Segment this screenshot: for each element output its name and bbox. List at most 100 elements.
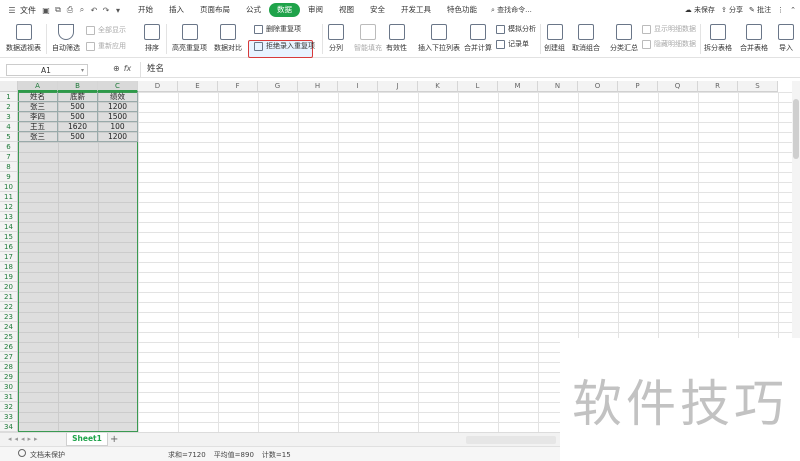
more-options-icon[interactable]: ⋮ bbox=[777, 6, 784, 14]
sheet-nav-arrows[interactable]: ◂◂◂▸▸ bbox=[8, 435, 41, 443]
column-header[interactable]: S bbox=[738, 81, 778, 92]
column-header[interactable]: K bbox=[418, 81, 458, 92]
row-header[interactable]: 31 bbox=[0, 392, 18, 402]
more-icon[interactable]: ▾ bbox=[112, 4, 124, 16]
undo-icon[interactable]: ↶ bbox=[88, 4, 100, 16]
row-header[interactable]: 5 bbox=[0, 132, 18, 142]
column-header[interactable]: O bbox=[578, 81, 618, 92]
share-button[interactable]: ⇪ 分享 bbox=[721, 5, 743, 15]
command-search[interactable]: ⌕ 查找命令... bbox=[491, 5, 532, 15]
row-header[interactable]: 20 bbox=[0, 282, 18, 292]
column-header[interactable]: A bbox=[18, 81, 58, 92]
table-cell[interactable]: 1200 bbox=[98, 132, 138, 142]
table-cell[interactable]: 500 bbox=[58, 112, 98, 122]
row-header[interactable]: 16 bbox=[0, 242, 18, 252]
tab-special[interactable]: 特色功能 bbox=[439, 3, 485, 17]
column-header[interactable]: P bbox=[618, 81, 658, 92]
row-header[interactable]: 26 bbox=[0, 342, 18, 352]
tab-view[interactable]: 视图 bbox=[331, 3, 362, 17]
table-cell[interactable]: 姓名 bbox=[18, 92, 58, 102]
row-header[interactable]: 21 bbox=[0, 292, 18, 302]
comment-button[interactable]: ✎ 批注 bbox=[749, 5, 771, 15]
tab-insert[interactable]: 插入 bbox=[161, 3, 192, 17]
chevron-down-icon[interactable]: ▾ bbox=[81, 65, 84, 76]
row-header[interactable]: 4 bbox=[0, 122, 18, 132]
row-header[interactable]: 9 bbox=[0, 172, 18, 182]
tab-formula[interactable]: 公式 bbox=[238, 3, 269, 17]
row-header[interactable]: 15 bbox=[0, 232, 18, 242]
import-button[interactable]: 导入 bbox=[778, 24, 794, 53]
file-menu[interactable]: ☰ 文件 bbox=[0, 4, 40, 16]
row-header[interactable]: 3 bbox=[0, 112, 18, 122]
table-cell[interactable]: 绩效 bbox=[98, 92, 138, 102]
column-header[interactable]: B bbox=[58, 81, 98, 92]
formula-input[interactable]: 姓名 bbox=[140, 62, 790, 77]
row-header[interactable]: 34 bbox=[0, 422, 18, 432]
row-header[interactable]: 10 bbox=[0, 182, 18, 192]
table-cell[interactable]: 王五 bbox=[18, 122, 58, 132]
row-header[interactable]: 24 bbox=[0, 322, 18, 332]
row-header[interactable]: 23 bbox=[0, 312, 18, 322]
column-header[interactable]: M bbox=[498, 81, 538, 92]
split-table-button[interactable]: 拆分表格 bbox=[704, 24, 732, 53]
row-header[interactable]: 7 bbox=[0, 152, 18, 162]
row-header[interactable]: 13 bbox=[0, 212, 18, 222]
column-header[interactable]: F bbox=[218, 81, 258, 92]
hide-detail-button[interactable]: 隐藏明细数据 bbox=[642, 39, 696, 49]
select-all-corner[interactable] bbox=[0, 81, 18, 92]
open-icon[interactable]: ⧉ bbox=[52, 4, 64, 16]
protection-status[interactable]: 文档未保护 bbox=[30, 450, 65, 460]
scroll-thumb[interactable] bbox=[793, 99, 799, 159]
tab-developer[interactable]: 开发工具 bbox=[393, 3, 439, 17]
validity-button[interactable]: 有效性 bbox=[386, 24, 407, 53]
column-header[interactable]: L bbox=[458, 81, 498, 92]
tab-page-layout[interactable]: 页面布局 bbox=[192, 3, 238, 17]
zoom-icon[interactable]: ⊕ bbox=[113, 64, 120, 73]
record-form-button[interactable]: 记录单 bbox=[496, 39, 529, 49]
row-header[interactable]: 11 bbox=[0, 192, 18, 202]
show-detail-button[interactable]: 显示明细数据 bbox=[642, 24, 696, 34]
reapply-button[interactable]: 重新应用 bbox=[86, 41, 126, 51]
unsaved-button[interactable]: ☁ 未保存 bbox=[685, 5, 715, 15]
what-if-button[interactable]: 模拟分析 bbox=[496, 24, 536, 34]
fx-button[interactable]: fx bbox=[124, 64, 132, 73]
column-header[interactable]: N bbox=[538, 81, 578, 92]
highlight-duplicates-button[interactable]: 高亮重复项 bbox=[172, 24, 207, 53]
autofilter-button[interactable]: 自动筛选 bbox=[52, 24, 80, 53]
pivot-table-button[interactable]: 数据透视表 bbox=[6, 24, 41, 53]
create-group-button[interactable]: 创建组 bbox=[544, 24, 565, 53]
subtotal-button[interactable]: 分类汇总 bbox=[610, 24, 638, 53]
data-compare-button[interactable]: 数据对比 bbox=[214, 24, 242, 53]
smart-fill-button[interactable]: 智能填充 bbox=[354, 24, 382, 53]
column-header[interactable]: R bbox=[698, 81, 738, 92]
column-header[interactable]: Q bbox=[658, 81, 698, 92]
row-header[interactable]: 17 bbox=[0, 252, 18, 262]
ungroup-button[interactable]: 取消组合 bbox=[572, 24, 600, 53]
split-column-button[interactable]: 分列 bbox=[328, 24, 344, 53]
row-header[interactable]: 6 bbox=[0, 142, 18, 152]
column-header[interactable]: H bbox=[298, 81, 338, 92]
redo-icon[interactable]: ↷ bbox=[100, 4, 112, 16]
row-header[interactable]: 19 bbox=[0, 272, 18, 282]
table-cell[interactable]: 李四 bbox=[18, 112, 58, 122]
sheet-tab-sheet1[interactable]: Sheet1 bbox=[66, 433, 108, 446]
table-cell[interactable]: 张三 bbox=[18, 102, 58, 112]
row-header[interactable]: 14 bbox=[0, 222, 18, 232]
row-header[interactable]: 29 bbox=[0, 372, 18, 382]
row-header[interactable]: 2 bbox=[0, 102, 18, 112]
row-header[interactable]: 18 bbox=[0, 262, 18, 272]
tab-security[interactable]: 安全 bbox=[362, 3, 393, 17]
column-header[interactable]: G bbox=[258, 81, 298, 92]
show-all-button[interactable]: 全部显示 bbox=[86, 25, 126, 35]
merge-table-button[interactable]: 合并表格 bbox=[740, 24, 768, 53]
tab-home[interactable]: 开始 bbox=[130, 3, 161, 17]
reject-duplicates-button[interactable]: 拒绝录入重复项 bbox=[254, 41, 315, 51]
collapse-icon[interactable]: ⌃ bbox=[790, 6, 796, 14]
row-header[interactable]: 33 bbox=[0, 412, 18, 422]
row-header[interactable]: 25 bbox=[0, 332, 18, 342]
column-header[interactable]: E bbox=[178, 81, 218, 92]
column-header[interactable]: I bbox=[338, 81, 378, 92]
horizontal-scrollbar[interactable] bbox=[466, 436, 556, 444]
consolidate-button[interactable]: 合并计算 bbox=[464, 24, 492, 53]
tab-review[interactable]: 审阅 bbox=[300, 3, 331, 17]
